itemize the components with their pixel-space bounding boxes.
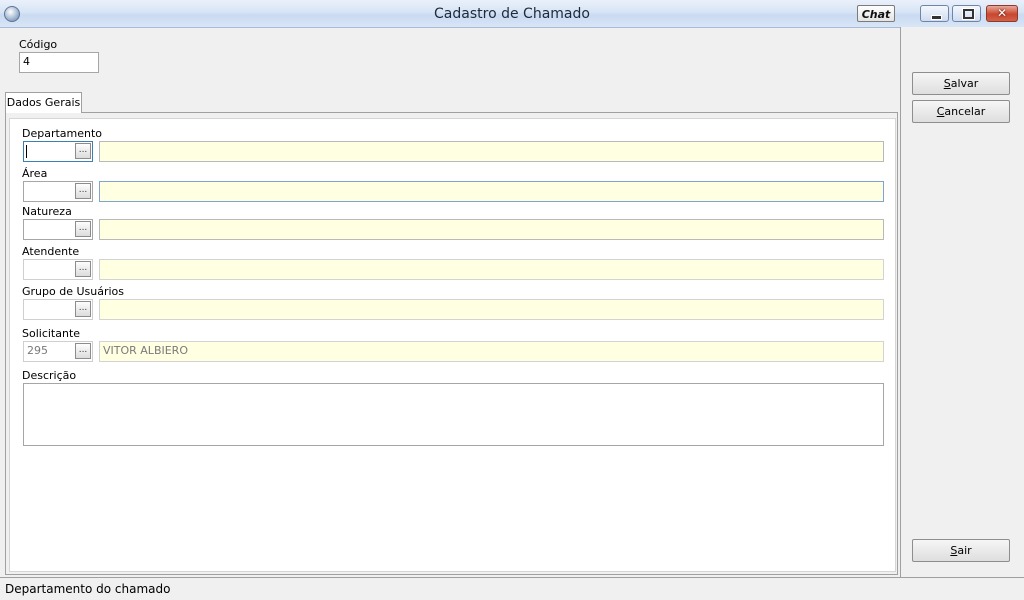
chat-button[interactable]: Chat	[857, 5, 895, 22]
exit-button[interactable]: Sair	[912, 539, 1010, 562]
atendente-lookup-button[interactable]: ...	[75, 261, 91, 277]
save-button-accel: S	[943, 77, 951, 90]
save-button[interactable]: Salvar	[912, 72, 1010, 95]
departamento-label: Departamento	[22, 127, 103, 140]
codigo-field[interactable]: 4	[19, 52, 99, 73]
close-icon: ✕	[996, 6, 1008, 20]
grupo-usuarios-description-field[interactable]	[99, 299, 884, 320]
status-text: Departamento do chamado	[5, 582, 171, 596]
exit-button-label: air	[957, 544, 972, 557]
save-button-label: alvar	[950, 77, 979, 90]
restore-icon	[963, 9, 974, 19]
descricao-textarea[interactable]	[23, 383, 884, 446]
descricao-label: Descrição	[22, 369, 77, 382]
area-description-field[interactable]	[99, 181, 884, 202]
solicitante-label: Solicitante	[22, 327, 81, 340]
natureza-label: Natureza	[22, 205, 72, 218]
departamento-lookup-button[interactable]: ...	[75, 143, 91, 159]
status-bar: Departamento do chamado	[0, 577, 1024, 600]
atendente-description-field[interactable]	[99, 259, 884, 280]
natureza-description-field[interactable]	[99, 219, 884, 240]
area-label: Área	[22, 167, 48, 180]
solicitante-lookup-button[interactable]: ...	[75, 343, 91, 359]
codigo-label: Código	[19, 38, 58, 51]
grupo-usuarios-label: Grupo de Usuários	[22, 285, 125, 298]
text-caret	[26, 145, 27, 158]
cancel-button-label: ancelar	[944, 105, 986, 118]
atendente-label: Atendente	[22, 245, 80, 258]
natureza-lookup-button[interactable]: ...	[75, 221, 91, 237]
close-button[interactable]: ✕	[986, 5, 1018, 22]
area-lookup-button[interactable]: ...	[75, 183, 91, 199]
cancel-button[interactable]: Cancelar	[912, 100, 1010, 123]
minimize-button[interactable]	[920, 5, 949, 22]
minimize-icon	[931, 15, 942, 20]
grupo-usuarios-lookup-button[interactable]: ...	[75, 301, 91, 317]
tab-dados-gerais[interactable]: Dados Gerais	[5, 92, 82, 113]
solicitante-description-field[interactable]: VITOR ALBIERO	[99, 341, 884, 362]
departamento-description-field[interactable]	[99, 141, 884, 162]
title-bar: Cadastro de Chamado Chat ✕	[0, 0, 1024, 28]
maximize-button[interactable]	[952, 5, 981, 22]
main-window: Cadastro de Chamado Chat ✕ Código 4 Dado…	[0, 0, 1024, 600]
